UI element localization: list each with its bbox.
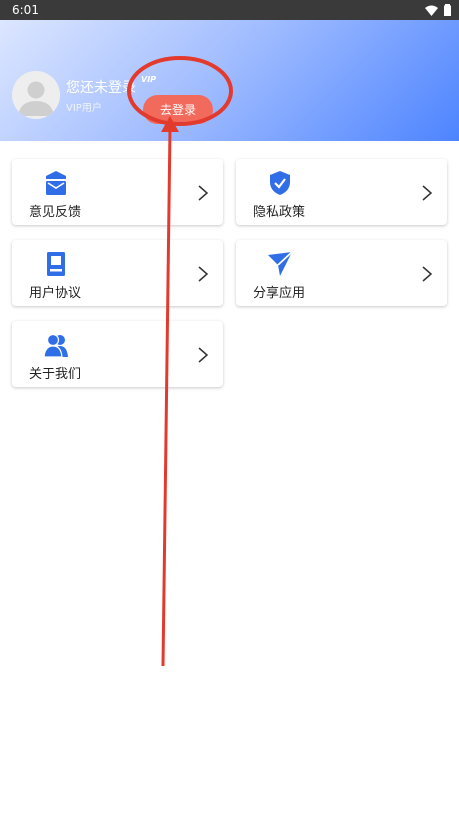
- menu-item-feedback[interactable]: 意见反馈: [12, 159, 223, 225]
- default-avatar-icon: [12, 71, 60, 119]
- menu-item-label: 关于我们: [29, 367, 82, 382]
- vip-badge: VIP: [141, 75, 157, 84]
- chevron-right-icon: [198, 185, 209, 201]
- menu-item-label: 意见反馈: [29, 205, 82, 220]
- menu-item-share-app[interactable]: 分享应用: [236, 240, 447, 306]
- vip-label: VIP用户: [66, 103, 102, 114]
- menu-item-about-us[interactable]: 关于我们: [12, 321, 223, 387]
- user-name[interactable]: 您还未登录: [66, 77, 136, 97]
- avatar[interactable]: [12, 71, 60, 119]
- wifi-icon: [425, 5, 438, 16]
- menu-item-label: 分享应用: [253, 286, 306, 301]
- shield-check-icon: [270, 171, 290, 195]
- chevron-right-icon: [198, 347, 209, 363]
- share-plane-icon: [268, 252, 292, 276]
- menu-item-label: 用户协议: [29, 286, 82, 301]
- profile-header: 您还未登录 VIP用户 VIP 去登录: [0, 20, 459, 141]
- menu-item-privacy[interactable]: 隐私政策: [236, 159, 447, 225]
- chevron-right-icon: [198, 266, 209, 282]
- chevron-right-icon: [422, 266, 433, 282]
- status-time: 6:01: [12, 3, 39, 17]
- chevron-right-icon: [422, 185, 433, 201]
- people-icon: [44, 333, 68, 357]
- status-bar: 6:01: [0, 0, 459, 20]
- battery-icon: [444, 4, 451, 16]
- menu-item-user-agreement[interactable]: 用户协议: [12, 240, 223, 306]
- feedback-icon: [46, 171, 66, 195]
- login-button[interactable]: 去登录: [143, 95, 213, 124]
- menu-item-label: 隐私政策: [253, 205, 306, 220]
- agreement-book-icon: [47, 252, 65, 276]
